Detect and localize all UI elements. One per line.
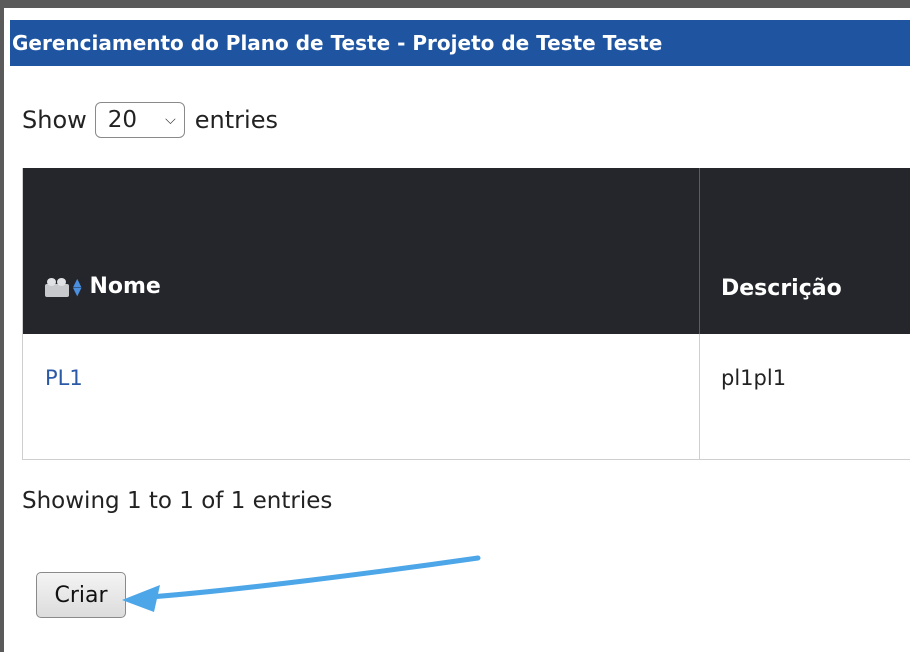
test-plan-table: ▲ ▼ Nome Descrição PL1 pl1pl1 bbox=[22, 168, 910, 460]
table-cell-descricao: pl1pl1 bbox=[721, 366, 787, 390]
table-header bbox=[23, 168, 910, 334]
entries-per-page-select[interactable]: 20 ⌵ bbox=[94, 102, 185, 138]
show-label: Show bbox=[22, 106, 87, 134]
table-info: Showing 1 to 1 of 1 entries bbox=[22, 488, 333, 514]
lego-block-icon bbox=[45, 277, 69, 297]
entries-select-value: 20 bbox=[107, 107, 138, 133]
table-cell-nome-link[interactable]: PL1 bbox=[45, 366, 83, 390]
create-button[interactable]: Criar bbox=[36, 572, 126, 618]
column-header-nome-label: Nome bbox=[89, 274, 161, 299]
column-header-descricao[interactable]: Descrição bbox=[721, 276, 842, 301]
header-column-divider bbox=[699, 168, 700, 334]
entries-length-control: Show 20 ⌵ entries bbox=[22, 98, 278, 142]
entries-label: entries bbox=[194, 106, 278, 134]
column-header-nome[interactable]: ▲ ▼ Nome bbox=[45, 274, 161, 299]
sort-icon[interactable]: ▲ ▼ bbox=[73, 277, 81, 297]
page-title: Gerenciamento do Plano de Teste - Projet… bbox=[10, 20, 910, 66]
chevron-down-icon: ⌵ bbox=[165, 112, 176, 128]
